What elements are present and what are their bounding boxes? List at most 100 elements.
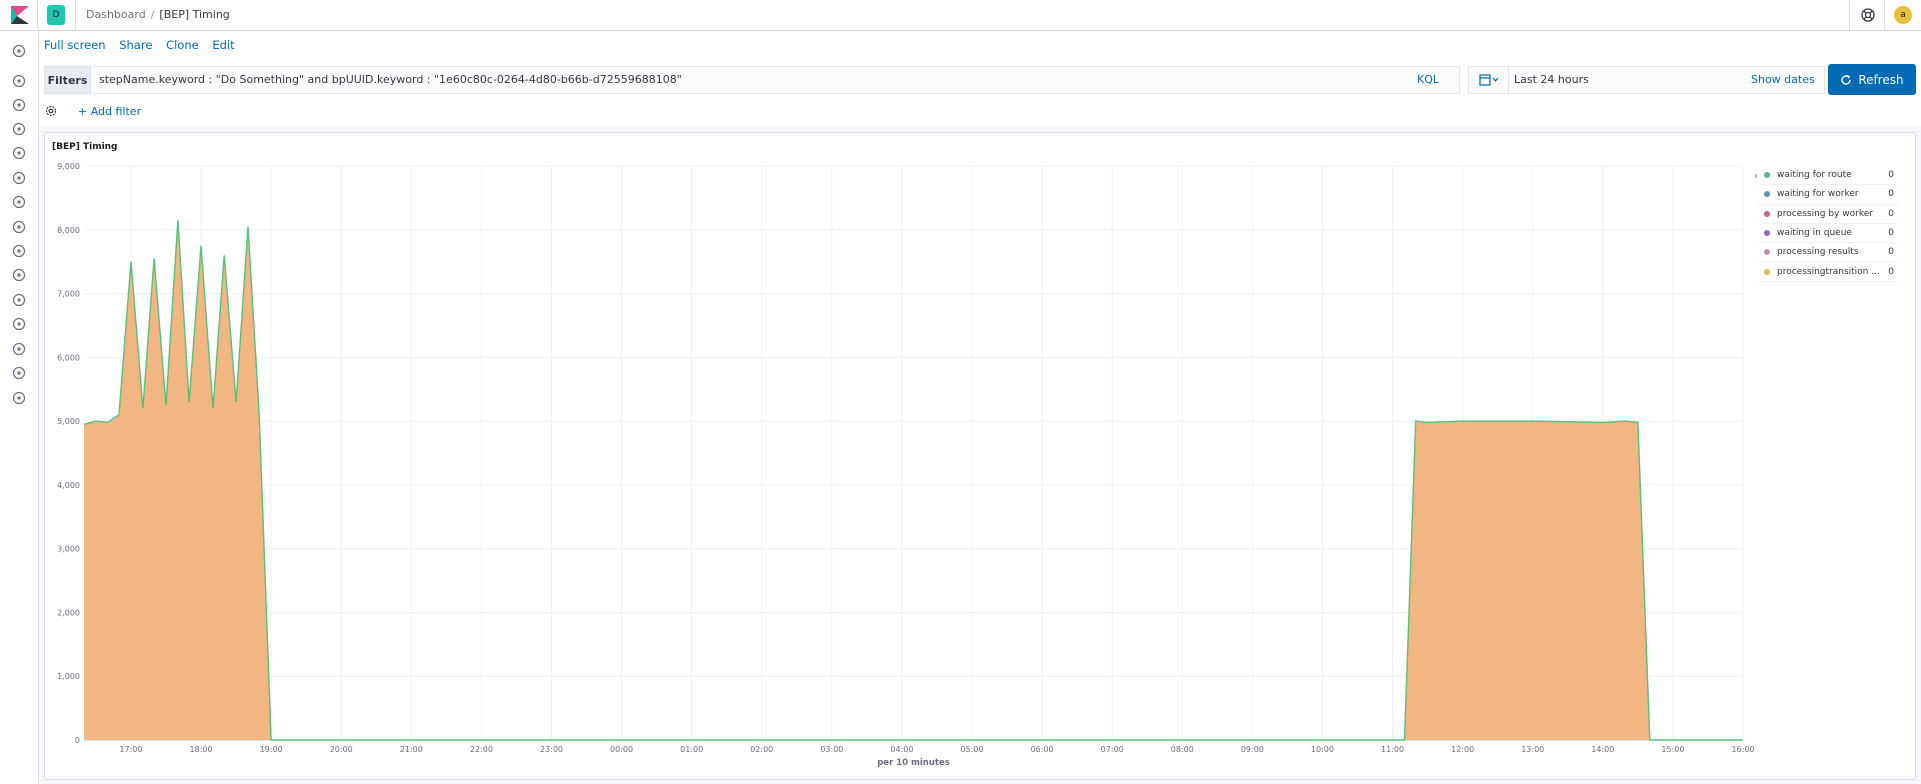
x-tick-label: 19:00	[260, 745, 283, 754]
query-language-button[interactable]: KQL	[1417, 73, 1439, 86]
area-series	[84, 220, 1743, 740]
add-filter-button[interactable]: + Add filter	[78, 105, 141, 118]
header-divider	[75, 0, 76, 31]
x-tick-label: 15:00	[1661, 745, 1684, 754]
legend-item[interactable]: waiting for route 0	[1758, 166, 1898, 186]
y-tick-label: 6,000	[57, 353, 80, 362]
date-picker: Last 24 hours Show dates	[1468, 66, 1825, 94]
x-tick-label: 02:00	[750, 745, 773, 754]
side-nav	[0, 31, 39, 784]
top-header: D Dashboard / [BEP] Timing a	[0, 0, 1921, 31]
y-tick-label: 4,000	[57, 481, 80, 490]
management-icon[interactable]	[11, 390, 27, 406]
full-screen-link[interactable]: Full screen	[44, 38, 106, 52]
clone-link[interactable]: Clone	[166, 38, 199, 52]
dashboard-icon[interactable]	[11, 121, 27, 137]
y-tick-label: 1,000	[57, 672, 80, 681]
x-tick-label: 23:00	[540, 745, 563, 754]
breadcrumb-separator: /	[150, 8, 155, 21]
x-tick-label: 18:00	[190, 745, 213, 754]
dev-tools-icon[interactable]	[11, 341, 27, 357]
legend-label: processing results	[1777, 247, 1859, 258]
logs-icon[interactable]	[11, 243, 27, 259]
top-nav-menu: Full screen Share Clone Edit	[44, 38, 245, 52]
y-tick-label: 9,000	[57, 162, 80, 171]
filter-settings-icon[interactable]	[44, 104, 58, 118]
x-tick-label: 10:00	[1311, 745, 1334, 754]
refresh-icon	[1841, 74, 1852, 85]
legend-item[interactable]: processing by worker 0	[1758, 205, 1898, 224]
y-tick-label: 0	[75, 736, 80, 745]
y-tick-label: 2,000	[57, 608, 80, 617]
show-dates-button[interactable]: Show dates	[1751, 73, 1815, 86]
visualize-icon[interactable]	[11, 97, 27, 113]
legend-color-dot	[1764, 191, 1770, 198]
discover-icon[interactable]	[11, 73, 27, 89]
x-tick-label: 11:00	[1381, 745, 1404, 754]
breadcrumb: Dashboard / [BEP] Timing	[86, 8, 230, 21]
y-tick-label: 8,000	[57, 226, 80, 235]
time-range-text[interactable]: Last 24 hours	[1514, 73, 1589, 86]
legend-color-dot	[1764, 210, 1770, 217]
x-tick-label: 01:00	[680, 745, 703, 754]
space-avatar[interactable]: D	[47, 5, 65, 25]
ml-icon[interactable]	[11, 194, 27, 210]
legend-label: waiting in queue	[1777, 228, 1852, 239]
breadcrumb-dashboard[interactable]: Dashboard	[86, 8, 146, 21]
x-axis-title: per 10 minutes	[877, 758, 950, 768]
canvas-icon[interactable]	[11, 145, 27, 161]
graph-icon[interactable]	[11, 316, 27, 332]
edit-link[interactable]: Edit	[212, 38, 234, 52]
legend-value: 0	[1888, 266, 1894, 277]
legend-value: 0	[1888, 228, 1894, 239]
x-tick-label: 21:00	[400, 745, 423, 754]
legend-color-dot	[1764, 172, 1770, 179]
refresh-button[interactable]: Refresh	[1828, 64, 1916, 95]
x-tick-label: 08:00	[1171, 745, 1194, 754]
refresh-label: Refresh	[1858, 72, 1904, 87]
header-divider	[1884, 0, 1885, 31]
visualization-panel: [BEP] Timing 0 1,000 2,000 3,000 4,000 5,000 6…	[44, 132, 1916, 780]
x-tick-label: 06:00	[1031, 745, 1054, 754]
x-tick-label: 04:00	[890, 745, 913, 754]
legend-label: processingtransition ...	[1777, 266, 1880, 277]
quick-menu-button[interactable]	[1469, 67, 1509, 93]
siem-icon[interactable]	[11, 292, 27, 308]
legend-item[interactable]: waiting in queue 0	[1758, 224, 1898, 244]
user-avatar[interactable]: a	[1894, 6, 1912, 24]
x-tick-label: 17:00	[119, 745, 142, 754]
legend-value: 0	[1888, 247, 1894, 258]
help-icon[interactable]	[1860, 7, 1876, 23]
legend-color-dot	[1764, 230, 1770, 237]
timing-area-chart[interactable]: 0 1,000 2,000 3,000 4,000 5,000 6,000 7,000 8,00…	[45, 133, 1915, 779]
x-tick-label: 00:00	[610, 745, 633, 754]
x-tick-label: 09:00	[1241, 745, 1264, 754]
x-tick-label: 05:00	[960, 745, 983, 754]
apm-icon[interactable]	[11, 267, 27, 283]
y-tick-label: 3,000	[57, 545, 80, 554]
breadcrumb-current: [BEP] Timing	[159, 8, 230, 21]
clock-icon[interactable]	[11, 43, 27, 59]
legend-item[interactable]: processingtransition ... 0	[1758, 262, 1898, 282]
infrastructure-icon[interactable]	[11, 219, 27, 235]
legend-value: 0	[1888, 189, 1894, 200]
x-tick-label: 20:00	[330, 745, 353, 754]
legend-label: processing by worker	[1777, 208, 1873, 219]
x-tick-label: 22:00	[470, 745, 493, 754]
legend-label: waiting for worker	[1777, 189, 1859, 200]
search-input[interactable]: stepName.keyword : "Do Something" and bp…	[99, 73, 682, 86]
query-bar: Filters stepName.keyword : "Do Something…	[44, 66, 1460, 94]
legend-value: 0	[1888, 208, 1894, 219]
share-link[interactable]: Share	[119, 38, 152, 52]
legend-item[interactable]: processing results 0	[1758, 243, 1898, 263]
maps-icon[interactable]	[11, 170, 27, 186]
monitoring-icon[interactable]	[11, 365, 27, 381]
filters-label: Filters	[45, 67, 91, 93]
x-tick-label: 07:00	[1101, 745, 1124, 754]
y-tick-label: 5,000	[57, 417, 80, 426]
kibana-logo-icon[interactable]	[11, 6, 29, 24]
chart-legend: waiting for route 0 waiting for worker 0 pro…	[1758, 166, 1898, 282]
x-tick-label: 13:00	[1521, 745, 1544, 754]
legend-item[interactable]: waiting for worker 0	[1758, 185, 1898, 205]
x-tick-label: 03:00	[820, 745, 843, 754]
